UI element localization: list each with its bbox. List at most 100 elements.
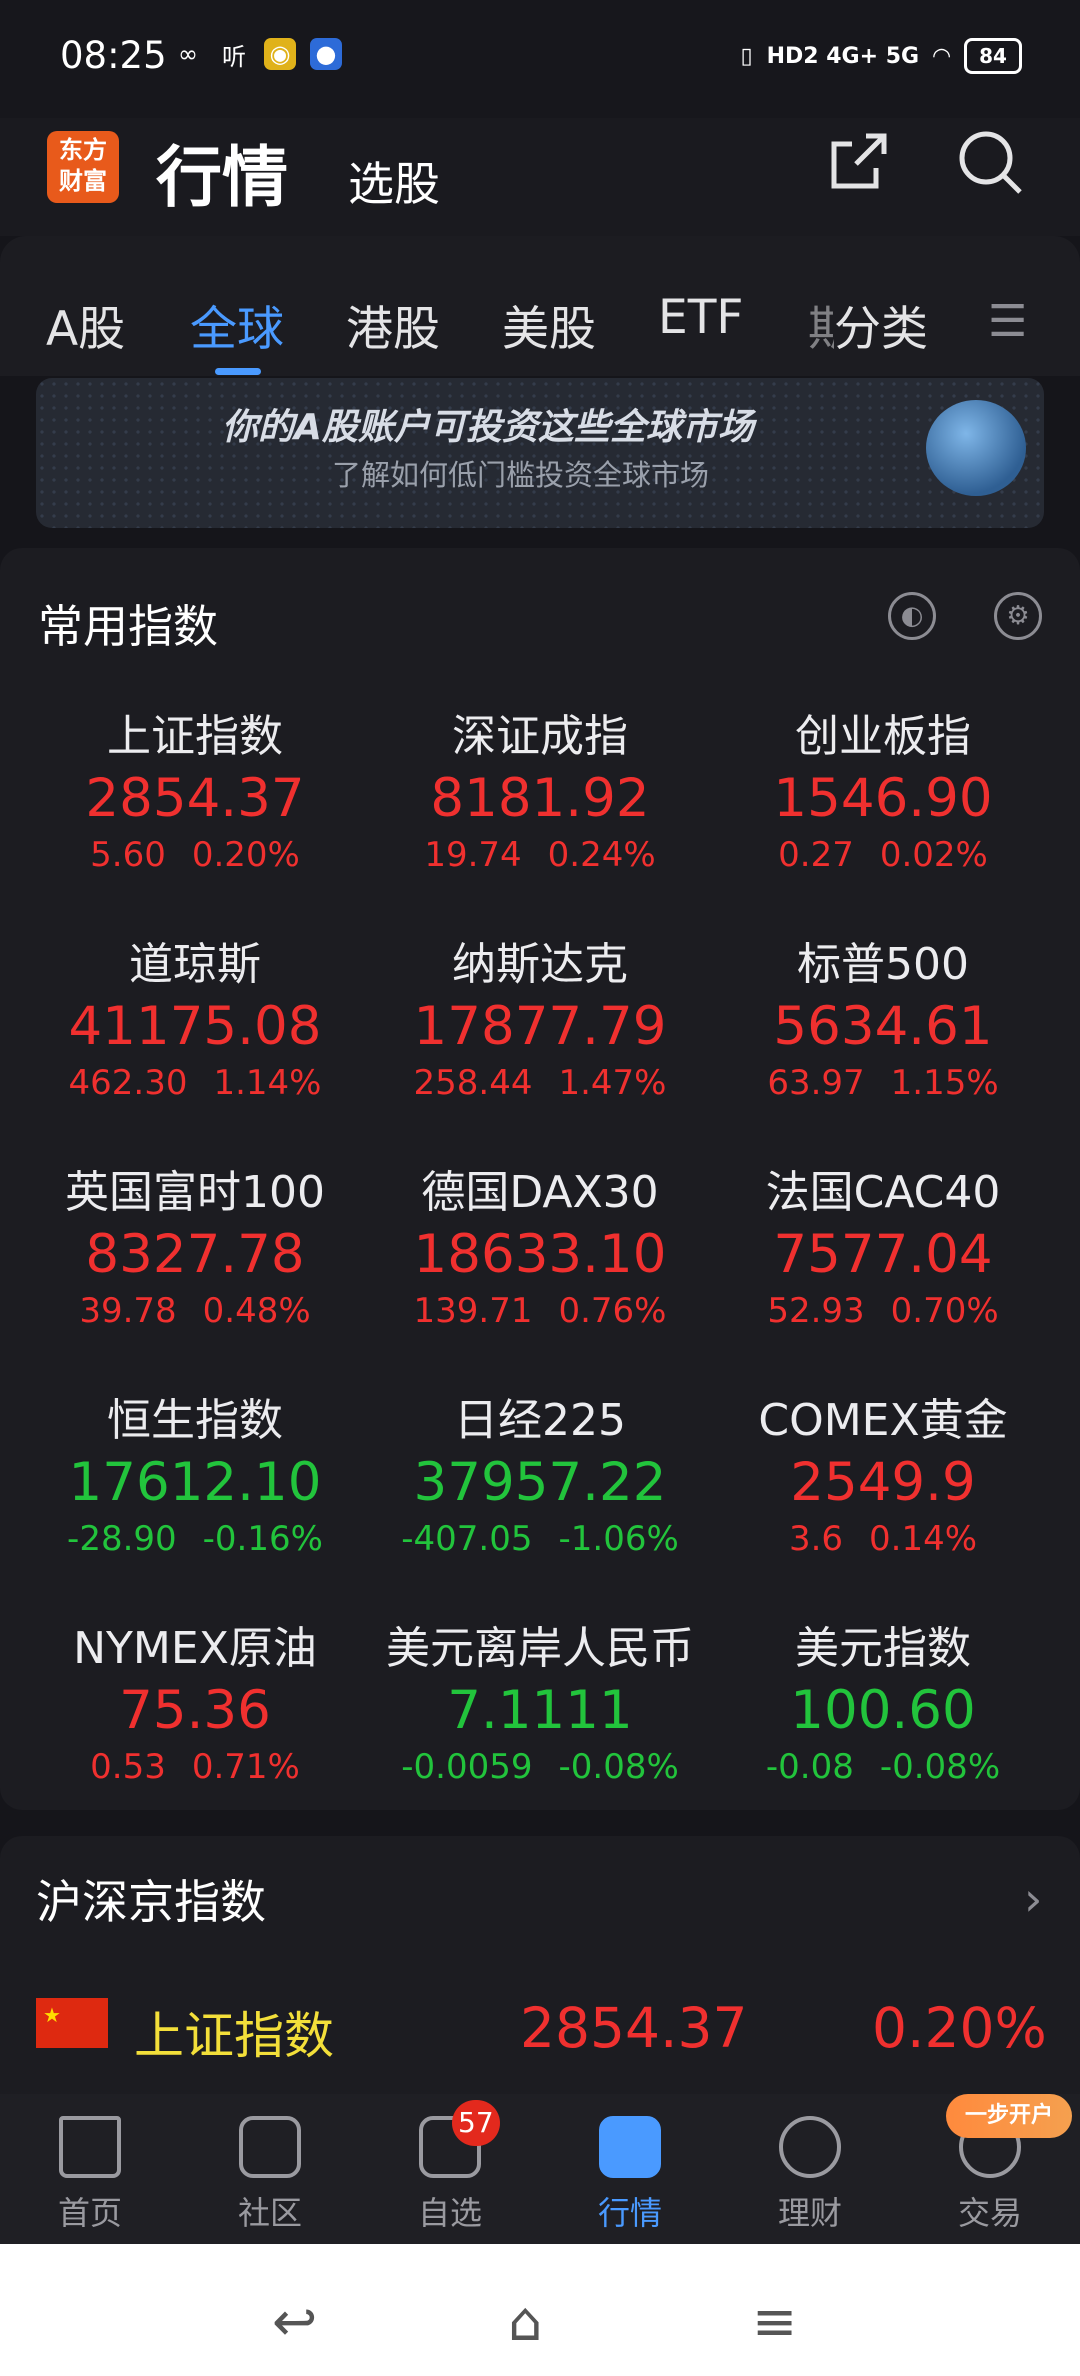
banner-title: 你的A股账户可投资这些全球市场 [222,407,754,448]
vibrate-icon: ▯ [740,43,753,69]
index-price: 1546.90 [773,768,993,829]
index-pct: 0.02% [879,835,988,875]
nav-home[interactable]: 首页 [0,2116,180,2234]
search-icon[interactable] [956,128,1024,196]
app-logo: 东方 财富 [47,131,119,203]
stock-picker-link[interactable]: 选股 [348,148,440,214]
tab-etf[interactable]: ETF [658,290,743,345]
battery-icon: 84 [964,38,1022,74]
nav-wealth[interactable]: 理财 [720,2116,900,2234]
index-cell[interactable]: NYMEX原油 75.36 0.53 0.71% [25,1612,365,1787]
status-left-icons: ∞ 听 ◉ ● [172,38,342,71]
tab-category[interactable]: 分类 [834,290,928,359]
index-change-row: 0.53 0.71% [25,1747,365,1787]
index-pct: 0.48% [202,1291,311,1331]
tab-a-share[interactable]: A股 [46,290,125,359]
index-name: 日经225 [454,1395,626,1446]
index-cell[interactable]: 德国DAX30 18633.10 139.71 0.76% [370,1156,710,1331]
index-name: 上证指数 [107,711,283,762]
index-cell[interactable]: 法国CAC40 7577.04 52.93 0.70% [713,1156,1053,1331]
home-system-icon[interactable]: ⌂ [508,2290,542,2353]
back-icon[interactable]: ↩ [272,2290,317,2353]
hsj-row-pct: 0.20% [872,1996,1047,2060]
index-name: 道琼斯 [129,939,261,990]
index-change-row: -0.08 -0.08% [713,1747,1053,1787]
chat-icon [239,2116,301,2178]
tab-menu-icon[interactable]: ☰ [988,296,1027,347]
nav-watchlist[interactable]: 自选 [360,2116,540,2234]
tab-us[interactable]: 美股 [502,290,596,359]
index-price: 8327.78 [85,1224,305,1285]
index-cell[interactable]: 英国富时100 8327.78 39.78 0.48% [25,1156,365,1331]
index-price: 17877.79 [413,996,667,1057]
index-name: 美元指数 [795,1623,971,1674]
globe-icon [926,400,1026,496]
index-change: 5.60 [90,835,166,875]
wifi-icon: ◠ [933,43,950,69]
index-cell[interactable]: 美元离岸人民币 7.1111 -0.0059 -0.08% [370,1612,710,1787]
index-name: COMEX黄金 [758,1395,1008,1446]
index-change-row: 462.30 1.14% [25,1063,365,1103]
index-price: 17612.10 [68,1452,322,1513]
chevron-right-icon[interactable]: › [1024,1872,1042,1926]
index-change: 0.53 [90,1747,166,1787]
index-price: 7577.04 [773,1224,993,1285]
index-change-row: 39.78 0.48% [25,1291,365,1331]
index-cell[interactable]: 创业板指 1546.90 0.27 0.02% [713,700,1053,875]
index-change-row: -407.05 -1.06% [370,1519,710,1559]
banner-subtitle: 了解如何低门槛投资全球市场 [332,458,710,492]
global-invest-banner[interactable]: 你的A股账户可投资这些全球市场 了解如何低门槛投资全球市场 [36,378,1044,528]
index-price: 2549.9 [790,1452,976,1513]
share-icon[interactable] [826,130,890,194]
index-cell[interactable]: 上证指数 2854.37 5.60 0.20% [25,700,365,875]
index-price: 2854.37 [85,768,305,829]
logo-text-1: 东方 [59,136,107,164]
open-account-promo[interactable]: 一步开户 [946,2094,1072,2138]
index-pct: 1.47% [558,1063,667,1103]
index-pct: 1.15% [890,1063,999,1103]
nav-label-watchlist: 自选 [417,2194,482,2232]
index-change-row: 5.60 0.20% [25,835,365,875]
tab-global[interactable]: 全球 [190,290,284,359]
index-name: 纳斯达克 [452,939,628,990]
index-cell[interactable]: 深证成指 8181.92 19.74 0.24% [370,700,710,875]
index-change-row: -28.90 -0.16% [25,1519,365,1559]
nav-market[interactable]: 行情 [540,2116,720,2234]
index-price: 7.1111 [447,1680,633,1741]
index-cell[interactable]: COMEX黄金 2549.9 3.6 0.14% [713,1384,1053,1559]
diamond-icon [779,2116,841,2178]
index-cell[interactable]: 纳斯达克 17877.79 258.44 1.47% [370,928,710,1103]
index-cell[interactable]: 标普500 5634.61 63.97 1.15% [713,928,1053,1103]
index-price: 5634.61 [773,996,993,1057]
status-time: 08:25 [60,34,167,77]
hsj-row-name[interactable]: 上证指数 [134,1996,334,2068]
index-change-row: 139.71 0.76% [370,1291,710,1331]
nav-label-market: 行情 [597,2194,662,2232]
settings-gear-icon[interactable]: ⚙ [994,592,1042,640]
index-cell[interactable]: 美元指数 100.60 -0.08 -0.08% [713,1612,1053,1787]
index-cell[interactable]: 日经225 37957.22 -407.05 -1.06% [370,1384,710,1559]
chart-icon [599,2116,661,2178]
watchlist-badge: 57 [452,2100,500,2146]
index-name: 德国DAX30 [421,1167,659,1218]
index-change-row: 3.6 0.14% [713,1519,1053,1559]
tab-hk[interactable]: 港股 [346,290,440,359]
index-change: 462.30 [68,1063,188,1103]
index-cell[interactable]: 恒生指数 17612.10 -28.90 -0.16% [25,1384,365,1559]
nav-community[interactable]: 社区 [180,2116,360,2234]
index-change: 139.71 [413,1291,533,1331]
index-name: 英国富时100 [65,1167,325,1218]
index-change-row: 258.44 1.47% [370,1063,710,1103]
index-price: 100.60 [790,1680,976,1741]
recents-menu-icon[interactable]: ≡ [752,2290,797,2353]
page-title: 行情 [156,139,288,216]
globe-switch-icon[interactable]: ◐ [888,592,936,640]
index-pct: 1.14% [213,1063,322,1103]
index-change: 19.74 [424,835,522,875]
index-cell[interactable]: 道琼斯 41175.08 462.30 1.14% [25,928,365,1103]
weibo-icon: ◉ [264,38,296,70]
common-indices-title: 常用指数 [38,600,219,653]
index-change: -0.0059 [401,1747,533,1787]
index-change-row: 63.97 1.15% [713,1063,1053,1103]
index-name: NYMEX原油 [73,1623,317,1674]
